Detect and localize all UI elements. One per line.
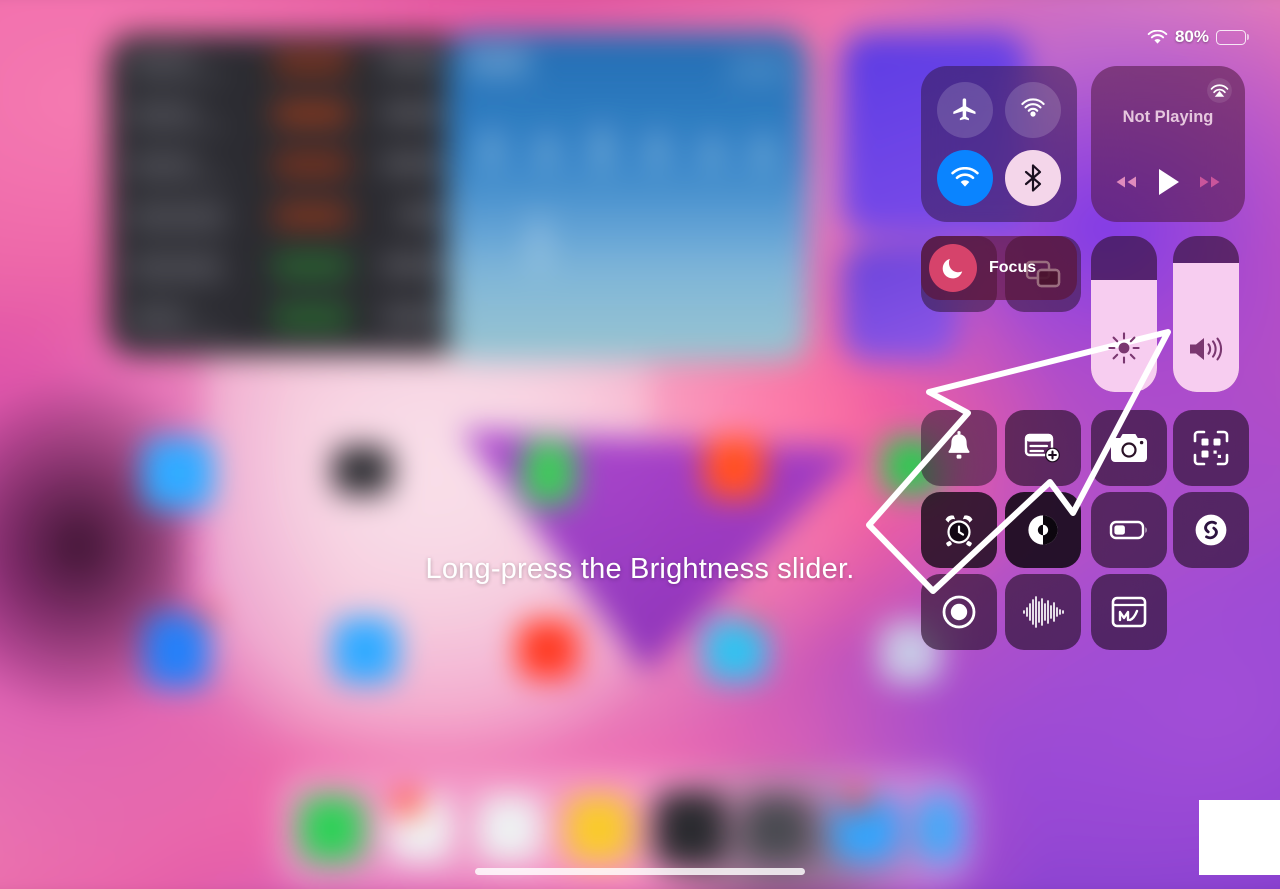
silent-mode-tile[interactable] xyxy=(921,410,997,486)
volume-icon xyxy=(1186,332,1226,366)
moon-icon xyxy=(929,244,977,292)
app-icon xyxy=(517,619,579,680)
wifi-icon xyxy=(1147,29,1168,45)
weather-widget xyxy=(447,32,808,362)
bluetooth-toggle[interactable] xyxy=(1005,150,1061,206)
quick-note-tile[interactable] xyxy=(1005,410,1081,486)
wifi-icon xyxy=(950,167,980,189)
camera-tile[interactable] xyxy=(1091,410,1167,486)
wifi-toggle[interactable] xyxy=(937,150,993,206)
camera-icon xyxy=(1109,432,1149,464)
play-icon[interactable] xyxy=(1154,166,1182,198)
app-icon xyxy=(703,437,766,500)
qr-scanner-icon xyxy=(1192,429,1230,467)
dark-mode-icon xyxy=(1022,509,1064,551)
app-icon xyxy=(748,609,766,627)
airdrop-icon xyxy=(1018,95,1048,125)
ipad-screen: 80% Not Playing Focus Long-press the Bri… xyxy=(0,0,1280,889)
app-icon xyxy=(521,439,577,506)
airplane-icon xyxy=(951,96,979,124)
app-icon xyxy=(703,619,768,682)
quick-note-icon xyxy=(1024,432,1062,464)
dock-icon xyxy=(845,789,869,813)
focus-tile[interactable]: Focus xyxy=(921,236,1077,300)
waveform-icon xyxy=(1021,595,1065,629)
rewind-icon[interactable] xyxy=(1111,172,1141,192)
airplay-icon[interactable] xyxy=(1206,77,1233,104)
white-overlay-patch xyxy=(1199,800,1280,875)
battery-icon xyxy=(1216,29,1249,45)
battery-percent-label: 80% xyxy=(1174,27,1209,46)
code-scanner-tile[interactable] xyxy=(1173,410,1249,486)
record-icon xyxy=(939,592,979,632)
app-icon xyxy=(332,446,392,495)
airdrop-toggle[interactable] xyxy=(1005,82,1061,138)
dock-icon xyxy=(743,795,810,862)
media-playback-group: Not Playing xyxy=(1091,66,1245,222)
app-icon xyxy=(332,617,399,684)
shazam-icon xyxy=(1191,510,1231,550)
dock-icon xyxy=(298,795,365,862)
stocks-widget xyxy=(107,34,467,355)
app-icon xyxy=(143,613,210,688)
low-battery-icon xyxy=(1109,518,1149,542)
dock-icon xyxy=(476,795,543,862)
fast-forward-icon[interactable] xyxy=(1195,172,1225,192)
dock-icon xyxy=(394,789,422,818)
bluetooth-icon xyxy=(1020,163,1046,193)
alarm-clock-icon xyxy=(940,511,978,549)
connectivity-group xyxy=(921,66,1077,222)
bell-icon xyxy=(942,430,976,466)
now-playing-title: Not Playing xyxy=(1122,108,1214,126)
app-icon xyxy=(199,605,217,623)
brightness-slider[interactable] xyxy=(1091,236,1157,392)
app-icon xyxy=(141,437,214,510)
dock-icon xyxy=(565,795,632,862)
control-center: Not Playing Focus xyxy=(921,66,1249,650)
scribble-icon xyxy=(1110,595,1148,629)
volume-slider[interactable] xyxy=(1173,236,1239,392)
dock-icon xyxy=(915,795,963,862)
focus-label: Focus xyxy=(989,259,1037,276)
home-indicator[interactable] xyxy=(475,868,805,875)
caption-text: Long-press the Brightness slider. xyxy=(425,553,855,585)
airplane-mode-toggle[interactable] xyxy=(937,82,993,138)
playback-controls xyxy=(1091,166,1245,198)
dock-icon xyxy=(654,791,725,866)
brightness-icon xyxy=(1106,330,1142,366)
status-bar: 80% xyxy=(1147,27,1249,47)
